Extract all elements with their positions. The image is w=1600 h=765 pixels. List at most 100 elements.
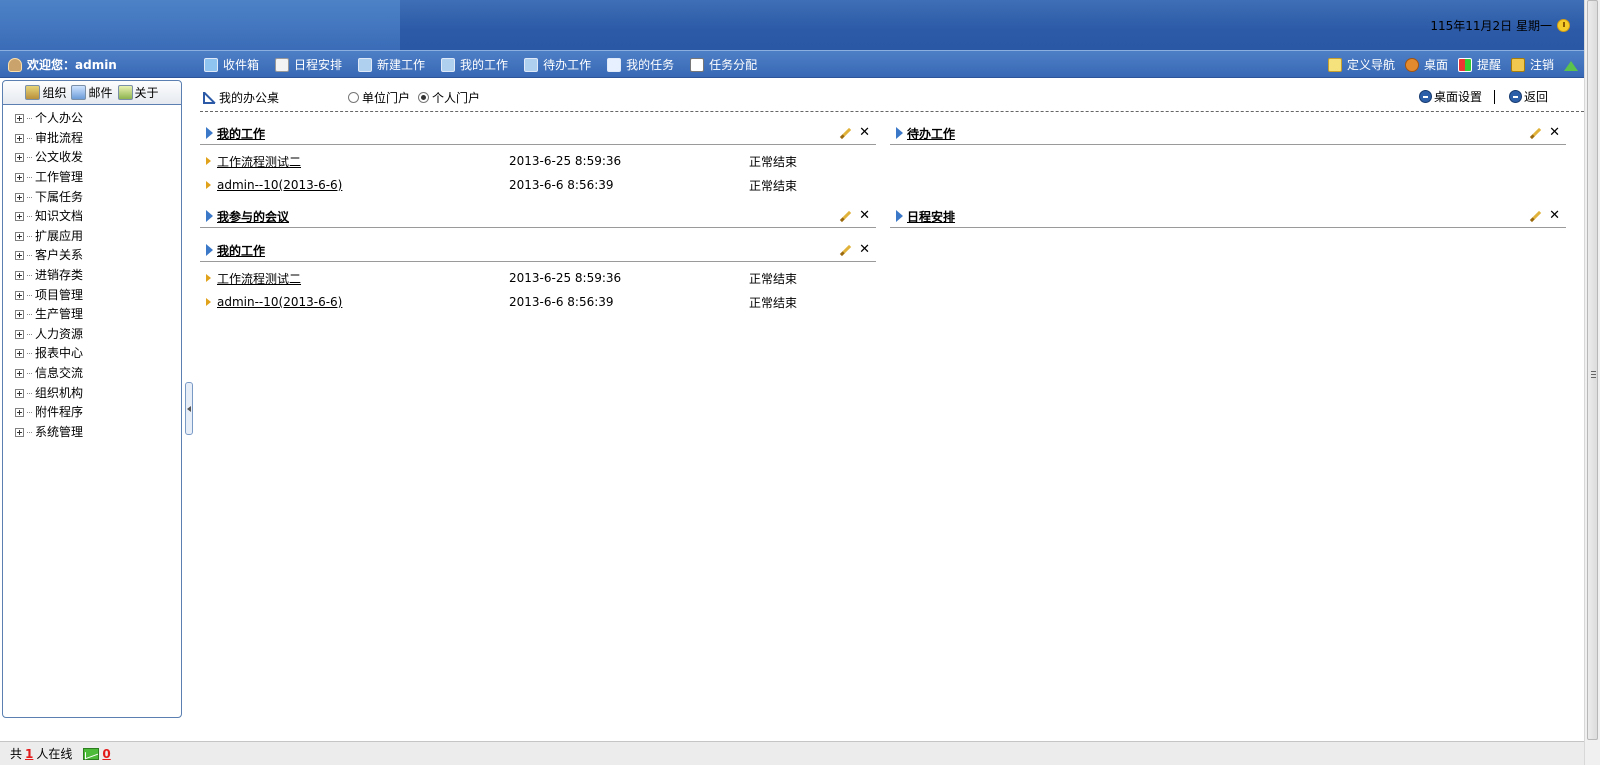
close-icon[interactable]: ✕: [859, 209, 870, 223]
scrollbar-thumb[interactable]: [1587, 0, 1598, 740]
expand-plus-icon[interactable]: [15, 310, 24, 320]
sidebar-item-production[interactable]: 生产管理: [15, 305, 181, 325]
close-icon[interactable]: ✕: [859, 126, 870, 140]
expand-plus-icon[interactable]: [15, 173, 24, 183]
expand-plus-icon[interactable]: [15, 114, 24, 124]
desk-toolbar: 我的办公桌 单位门户 个人门户 桌面设置 返回: [200, 80, 1584, 112]
vertical-scrollbar[interactable]: [1584, 0, 1600, 765]
menu-define-nav[interactable]: 定义导航: [1327, 56, 1395, 73]
calendar-icon: [275, 57, 290, 72]
sidebar-item-documents[interactable]: 公文收发: [15, 148, 181, 168]
menu-new-work[interactable]: 新建工作: [358, 56, 425, 73]
expand-plus-icon[interactable]: [15, 329, 24, 339]
menu-my-task[interactable]: 我的任务: [607, 56, 674, 73]
menu-todo-work[interactable]: 待办工作: [524, 56, 591, 73]
sidebar-collapse-handle[interactable]: [185, 382, 193, 435]
expand-plus-icon[interactable]: [15, 153, 24, 163]
sidebar-item-label: 项目管理: [35, 287, 84, 302]
sidebar-item-personal-office[interactable]: 个人办公: [15, 109, 181, 129]
inbox-icon: [204, 57, 218, 72]
mail-icon[interactable]: [83, 747, 100, 760]
top-navbar: 欢迎您：admin 收件箱 日程安排 新建工作 我的工作 待办工作 我的任务 任…: [0, 50, 1584, 78]
mail-count[interactable]: 0: [102, 747, 110, 761]
tree-line: [27, 216, 32, 218]
tab-mail[interactable]: 邮件: [71, 84, 113, 101]
panel-actions: ✕: [1529, 209, 1560, 223]
edit-pencil-icon[interactable]: [1529, 127, 1541, 139]
edit-pencil-icon[interactable]: [839, 210, 851, 222]
close-icon[interactable]: ✕: [1549, 126, 1560, 140]
close-icon[interactable]: ✕: [1549, 209, 1560, 223]
sidebar-item-organization[interactable]: 组织机构: [15, 383, 181, 403]
sidebar-item-label: 知识文档: [35, 209, 84, 224]
panel-title[interactable]: 我的工作: [217, 125, 265, 142]
expand-plus-icon[interactable]: [15, 290, 24, 300]
tree-line: [27, 177, 32, 179]
expand-plus-icon[interactable]: [15, 231, 24, 241]
work-title-link[interactable]: 工作流程测试二: [217, 270, 301, 287]
panel-title[interactable]: 我参与的会议: [217, 208, 289, 225]
sidebar-item-subordinate-tasks[interactable]: 下属任务: [15, 187, 181, 207]
sidebar-item-projects[interactable]: 项目管理: [15, 285, 181, 305]
work-title-link[interactable]: admin--10(2013-6-6): [217, 295, 342, 309]
back-button[interactable]: 返回: [1508, 88, 1548, 105]
expand-plus-icon[interactable]: [15, 408, 24, 418]
sidebar-item-communication[interactable]: 信息交流: [15, 364, 181, 384]
radio-label: 个人门户: [432, 91, 481, 105]
sidebar-item-crm[interactable]: 客户关系: [15, 246, 181, 266]
tab-label: 组织: [42, 86, 67, 100]
menu-schedule[interactable]: 日程安排: [275, 56, 342, 73]
menu-remind[interactable]: 提醒: [1457, 56, 1501, 73]
radio-unchecked-icon[interactable]: [348, 92, 359, 103]
sidebar-item-label: 扩展应用: [35, 228, 84, 243]
sidebar-item-extensions[interactable]: 扩展应用: [15, 227, 181, 247]
menu-my-work[interactable]: 我的工作: [441, 56, 508, 73]
panel-title[interactable]: 我的工作: [217, 242, 265, 259]
expand-plus-icon[interactable]: [15, 349, 24, 359]
sidebar-item-inventory[interactable]: 进销存类: [15, 266, 181, 286]
radio-checked-icon[interactable]: [418, 92, 430, 103]
menu-inbox[interactable]: 收件箱: [204, 56, 259, 73]
sidebar-item-work-management[interactable]: 工作管理: [15, 168, 181, 188]
work-title-link[interactable]: admin--10(2013-6-6): [217, 178, 342, 192]
menu-label: 收件箱: [223, 58, 260, 72]
radio-personal-portal[interactable]: 个人门户: [418, 89, 480, 106]
toolbar-divider: [1493, 89, 1495, 104]
expand-plus-icon[interactable]: [15, 369, 24, 379]
sidebar-item-attachments[interactable]: 附件程序: [15, 403, 181, 423]
tab-about[interactable]: 关于: [117, 84, 159, 101]
edit-pencil-icon[interactable]: [1529, 210, 1541, 222]
work-title-link[interactable]: 工作流程测试二: [217, 153, 301, 170]
menu-logout[interactable]: 注销: [1510, 56, 1554, 73]
close-icon[interactable]: ✕: [859, 243, 870, 257]
expand-plus-icon[interactable]: [15, 212, 24, 222]
sidebar-item-hr[interactable]: 人力资源: [15, 325, 181, 345]
sidebar-item-system[interactable]: 系统管理: [15, 423, 181, 443]
menu-desktop[interactable]: 桌面: [1404, 56, 1448, 73]
menu-label: 待办工作: [543, 58, 592, 72]
edit-pencil-icon[interactable]: [839, 127, 851, 139]
expand-plus-icon[interactable]: [15, 251, 24, 261]
portal-radio-group: 单位门户 个人门户: [348, 89, 480, 106]
collapse-header-button[interactable]: [1564, 56, 1578, 73]
panel-schedule: 日程安排 ✕: [890, 205, 1566, 228]
status-suffix: 人在线: [36, 747, 73, 761]
panel-title[interactable]: 待办工作: [907, 125, 955, 142]
desk-settings-button[interactable]: 桌面设置: [1418, 88, 1482, 105]
sidebar-item-reports[interactable]: 报表中心: [15, 344, 181, 364]
status-bar: 共 1 人在线 0: [0, 741, 1584, 765]
expand-plus-icon[interactable]: [15, 271, 24, 281]
edit-pencil-icon[interactable]: [839, 244, 851, 256]
sidebar-item-knowledge[interactable]: 知识文档: [15, 207, 181, 227]
my-work-icon: [441, 57, 456, 72]
sidebar-item-approval[interactable]: 审批流程: [15, 129, 181, 149]
expand-plus-icon[interactable]: [15, 427, 24, 437]
expand-plus-icon[interactable]: [15, 192, 24, 202]
expand-plus-icon[interactable]: [15, 388, 24, 398]
tab-org[interactable]: 组织: [25, 84, 66, 101]
menu-task-assign[interactable]: 任务分配: [690, 56, 757, 73]
expand-plus-icon[interactable]: [15, 133, 24, 143]
panel-title[interactable]: 日程安排: [907, 208, 955, 225]
online-count[interactable]: 1: [25, 747, 33, 761]
radio-unit-portal[interactable]: 单位门户: [348, 89, 410, 106]
